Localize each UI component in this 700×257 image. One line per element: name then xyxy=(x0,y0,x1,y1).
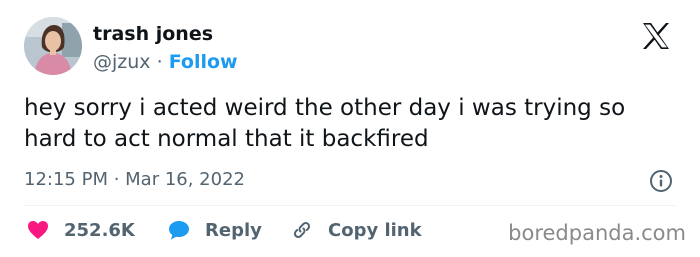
like-button[interactable]: 252.6K xyxy=(26,217,135,243)
tweet-text: hey sorry i acted weird the other day i … xyxy=(24,95,626,152)
copy-link-label: Copy link xyxy=(328,219,422,241)
avatar[interactable] xyxy=(24,17,82,75)
handle-separator: · xyxy=(156,51,163,73)
info-icon[interactable] xyxy=(649,169,673,193)
author-handle-row: @jzux · Follow xyxy=(93,49,238,75)
tweet-timestamp[interactable]: 12:15 PM · Mar 16, 2022 xyxy=(24,168,245,192)
reply-button[interactable]: Reply xyxy=(167,217,262,243)
like-count: 252.6K xyxy=(64,219,135,241)
follow-button[interactable]: Follow xyxy=(169,51,238,73)
heart-icon xyxy=(26,218,50,242)
divider xyxy=(24,205,676,206)
watermark: boredpanda.com xyxy=(508,221,686,245)
reply-bubble-icon xyxy=(167,218,191,242)
link-icon xyxy=(290,218,314,242)
author-handle[interactable]: @jzux xyxy=(93,51,151,73)
tweet-card: trash jones @jzux · Follow hey sorry i a… xyxy=(0,0,700,257)
reply-label: Reply xyxy=(205,219,262,241)
x-logo-icon[interactable] xyxy=(641,21,671,51)
author-name[interactable]: trash jones xyxy=(93,21,213,47)
avatar-image xyxy=(24,17,82,75)
copy-link-button[interactable]: Copy link xyxy=(290,217,422,243)
